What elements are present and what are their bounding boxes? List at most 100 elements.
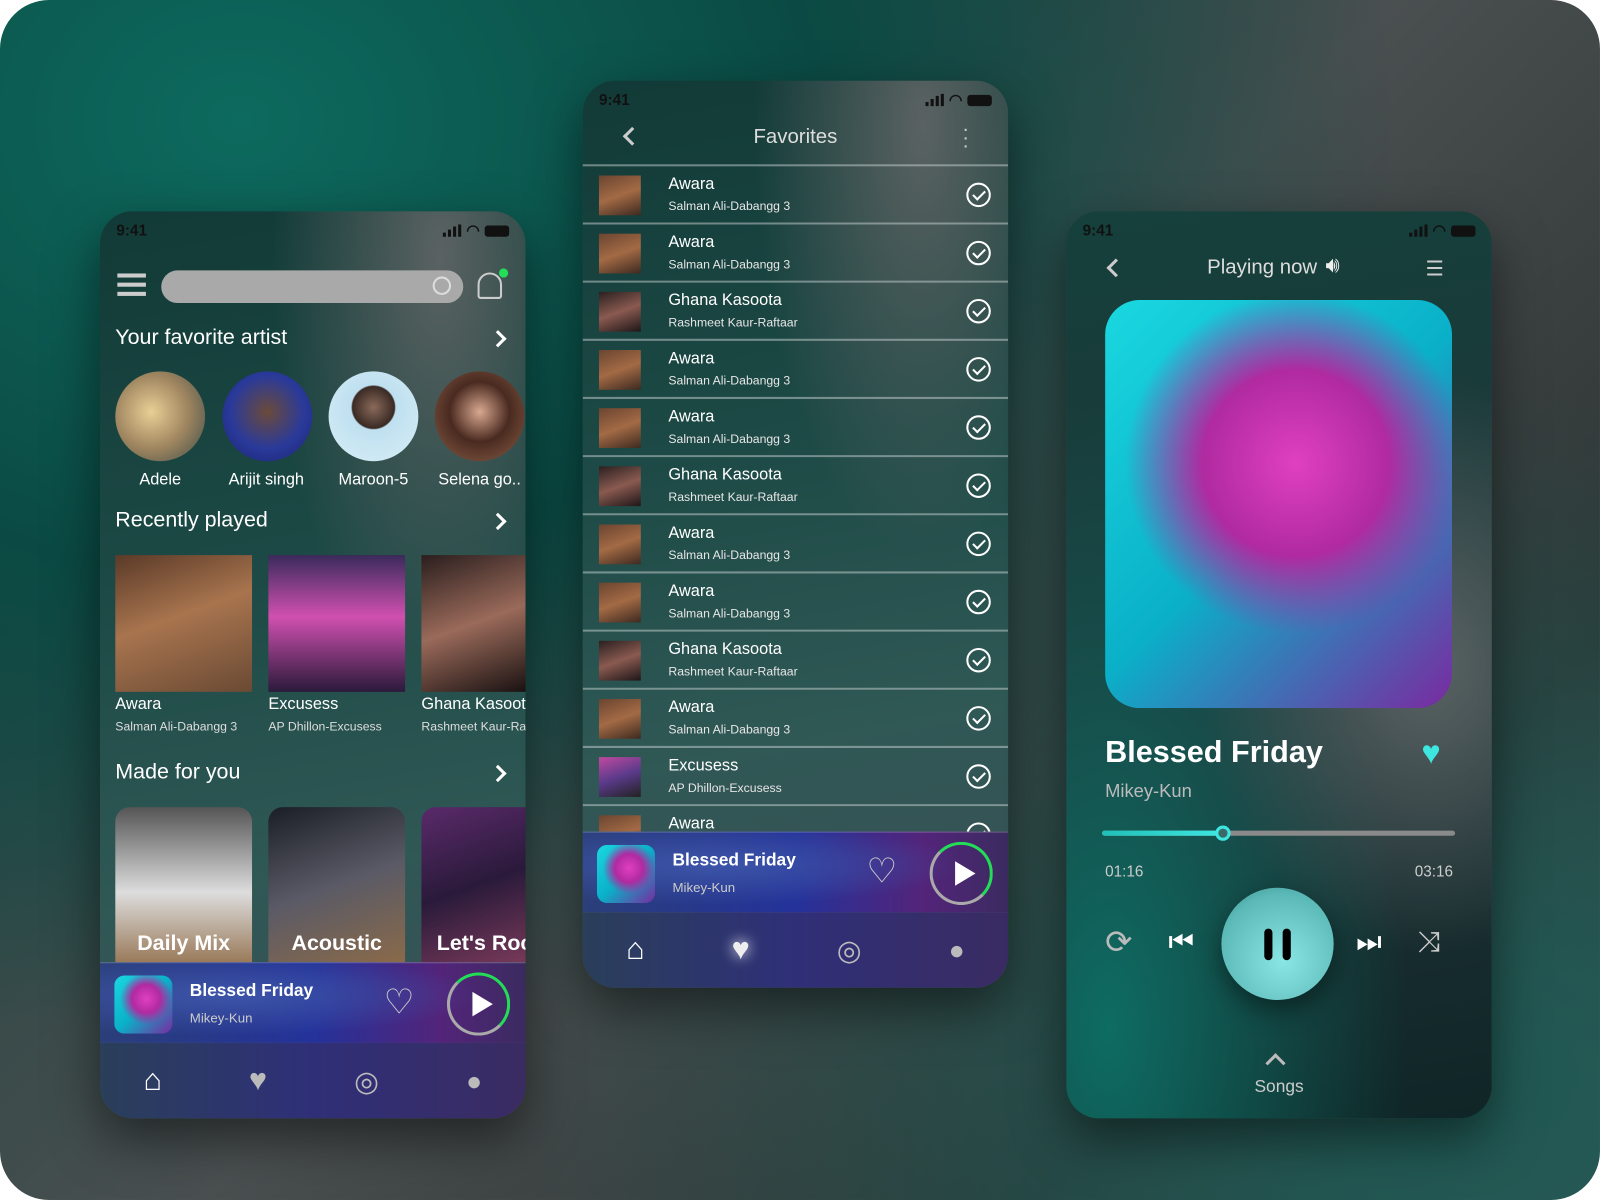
disc-icon[interactable]: ◎ — [837, 933, 862, 967]
recent-cover[interactable] — [421, 555, 526, 692]
progress-slider[interactable] — [1102, 825, 1456, 841]
check-circle-icon[interactable] — [966, 240, 991, 266]
check-circle-icon[interactable] — [966, 822, 991, 832]
mix-label: Daily Mix — [137, 931, 231, 956]
recent-subtitle: Salman Ali-Dabangg 3 — [115, 719, 238, 734]
section-title-made-for-you: Made for you — [115, 760, 241, 784]
search-icon[interactable] — [432, 276, 452, 295]
favorite-row[interactable]: Excusess AP Dhillon-Excusess — [582, 748, 1009, 807]
chevron-right-icon[interactable] — [489, 330, 507, 348]
profile-icon[interactable]: ● — [949, 934, 965, 966]
previous-icon[interactable]: ⏮︎ — [1168, 926, 1194, 960]
song-title: Awara — [668, 175, 715, 193]
menu-icon[interactable] — [117, 273, 146, 296]
song-title: Awara — [668, 582, 715, 600]
song-subtitle: Salman Ali-Dabangg 3 — [668, 547, 791, 563]
favorite-row[interactable]: Awara Salman Ali-Dabangg 3 — [582, 690, 1009, 748]
progress-handle[interactable] — [1214, 825, 1231, 841]
favorite-row[interactable]: Awara Salman Ali-Dabangg 3 — [582, 341, 1009, 399]
heart-icon[interactable]: ♥ — [249, 1063, 267, 1098]
song-thumbnail — [598, 349, 641, 390]
disc-icon[interactable]: ◎ — [354, 1064, 379, 1098]
section-title-recently-played: Recently played — [115, 508, 268, 532]
mini-player[interactable]: Blessed Friday Mikey-Kun ♡ — [582, 831, 1009, 914]
recent-title: Ghana Kasoota — [421, 695, 526, 714]
check-circle-icon[interactable] — [966, 706, 991, 731]
check-circle-icon[interactable] — [966, 182, 991, 208]
play-button[interactable] — [446, 972, 511, 1036]
song-thumbnail — [598, 408, 641, 448]
status-time: 9:41 — [598, 91, 630, 109]
chevron-up-icon[interactable] — [1265, 1053, 1286, 1074]
songs-button[interactable]: Songs — [1066, 1077, 1492, 1097]
song-artist: Mikey-Kun — [1105, 780, 1192, 802]
recent-cover[interactable] — [268, 555, 406, 692]
pause-icon-bar — [1282, 928, 1291, 961]
pause-button[interactable] — [1221, 887, 1334, 1000]
search-input[interactable] — [161, 270, 464, 304]
more-vertical-icon[interactable]: · · · — [962, 119, 969, 156]
check-circle-icon[interactable] — [966, 357, 991, 382]
song-title: Ghana Kasoota — [668, 291, 782, 310]
speaker-icon[interactable]: 🔊︎ — [1325, 252, 1339, 279]
favorite-row[interactable]: Ghana Kasoota Rashmeet Kaur-Raftaar — [582, 457, 1009, 516]
heart-outline-icon[interactable]: ♡ — [384, 982, 415, 1023]
profile-icon[interactable]: ● — [466, 1065, 482, 1097]
check-circle-icon[interactable] — [966, 298, 991, 324]
artist-avatar[interactable] — [434, 371, 525, 462]
favorite-row[interactable]: Awara Salman Ali-Dabangg 3 — [582, 515, 1009, 574]
mini-player[interactable]: Blessed Friday Mikey-Kun ♡ — [99, 962, 526, 1044]
favorite-row[interactable]: Awara Salman Ali-Dabangg 3 — [582, 399, 1009, 458]
song-subtitle: Salman Ali-Dabangg 3 — [668, 373, 791, 388]
song-subtitle: Salman Ali-Dabangg 3 — [668, 722, 791, 737]
page-title: Playing now — [1207, 256, 1318, 279]
check-circle-icon[interactable] — [966, 473, 991, 498]
play-button[interactable] — [929, 841, 993, 906]
favorite-row[interactable]: Awara — [583, 806, 1009, 832]
home-icon[interactable]: ⌂ — [626, 933, 644, 968]
home-screen: 9:41 ◠ Your favorite artist Adele Arijit … — [99, 211, 526, 1119]
check-circle-icon[interactable] — [966, 415, 991, 440]
artist-avatar[interactable] — [328, 371, 419, 462]
check-circle-icon[interactable] — [966, 764, 991, 789]
artist-avatar[interactable] — [115, 371, 206, 462]
song-thumbnail — [598, 698, 641, 739]
shuffle-icon[interactable]: ⤨ — [1417, 926, 1440, 960]
chevron-right-icon[interactable] — [489, 764, 507, 783]
check-circle-icon[interactable] — [966, 647, 991, 673]
favorite-row[interactable]: Ghana Kasoota Rashmeet Kaur-Raftaar — [582, 632, 1009, 690]
wifi-icon: ◠ — [466, 222, 480, 240]
repeat-icon[interactable]: ⟳ — [1105, 922, 1132, 961]
favorite-row[interactable]: Ghana Kasoota Rashmeet Kaur-Raftaar — [582, 283, 1009, 341]
mini-player-cover — [114, 975, 173, 1034]
mix-card[interactable]: Acoustic — [268, 807, 406, 963]
heart-icon[interactable]: ♥ — [732, 933, 750, 968]
recent-cover[interactable] — [115, 555, 253, 692]
favorite-row[interactable]: Awara Salman Ali-Dabangg 3 — [582, 573, 1009, 632]
mix-card[interactable]: Daily Mix — [115, 807, 253, 963]
artist-avatar[interactable] — [222, 371, 313, 462]
song-title: Awara — [668, 233, 715, 252]
song-subtitle: Rashmeet Kaur-Raftaar — [668, 315, 798, 330]
back-icon[interactable] — [1106, 258, 1126, 278]
favorite-row[interactable]: Awara Salman Ali-Dabangg 3 — [582, 166, 1009, 225]
home-icon[interactable]: ⌂ — [143, 1063, 161, 1098]
heart-filled-icon[interactable]: ♥ — [1421, 734, 1440, 772]
total-time: 03:16 — [1414, 863, 1454, 881]
chevron-right-icon[interactable] — [489, 512, 507, 531]
check-circle-icon[interactable] — [966, 531, 991, 557]
mix-card[interactable]: Let's Rock — [421, 807, 526, 963]
song-thumbnail — [598, 640, 641, 681]
page-title: Favorites — [753, 125, 838, 148]
playlist-icon[interactable]: ☰ — [1425, 256, 1443, 282]
favorite-row[interactable]: Awara Salman Ali-Dabangg 3 — [582, 224, 1009, 283]
heart-outline-icon[interactable]: ♡ — [866, 851, 897, 892]
bottom-nav: ⌂ ♥ ◎ ● — [99, 1042, 526, 1119]
battery-icon — [484, 224, 510, 237]
song-title: Ghana Kasoota — [668, 640, 782, 659]
bell-icon[interactable] — [477, 268, 509, 299]
wifi-icon: ◠ — [948, 91, 963, 110]
check-circle-icon[interactable] — [966, 589, 991, 615]
next-icon[interactable]: ⏭︎ — [1356, 926, 1382, 960]
status-bar: 9:41 ◠ — [1083, 221, 1476, 240]
